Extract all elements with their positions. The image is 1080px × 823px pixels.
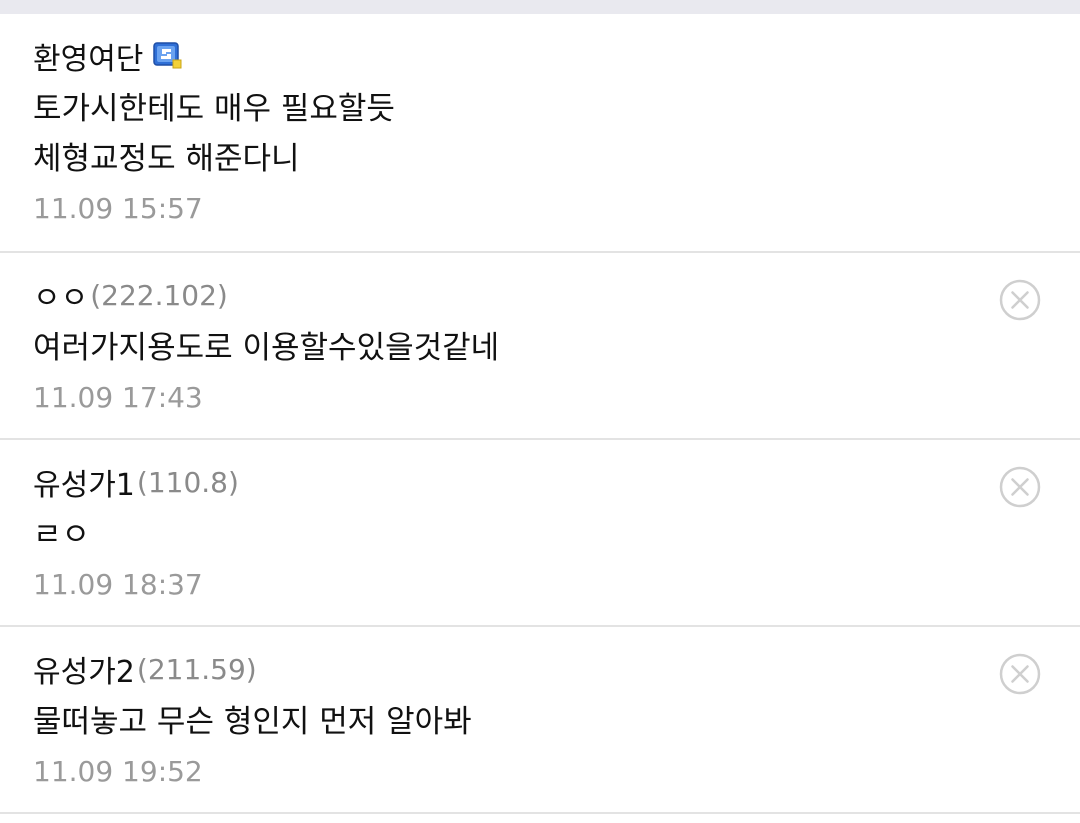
comment-author-line: 유성가1 (110.8) [33,460,1040,504]
comment-time: 11.09 15:57 [33,192,203,225]
close-circle-icon [999,279,1041,321]
comment-text-line: 여러가지용도로 이용할수있을것같네 [33,330,500,366]
comment-item: 환영여단 토가시한테도 매우 필요할듯 체형교정도 해준다니 11.09 15:… [0,14,1080,253]
comment-item: 유성가2 (211.59) 물떠놓고 무슨 형인지 먼저 알아봐 11.09 1… [0,627,1080,814]
comment-text-line: ㄹㅇ [33,517,91,553]
comment-item: ㅇㅇ (222.102) 여러가지용도로 이용할수있을것같네 11.09 17:… [0,253,1080,440]
gallery-manager-badge-icon [153,42,183,70]
delete-comment-button[interactable] [999,279,1041,321]
comment-text-line: 물떠놓고 무슨 형인지 먼저 알아봐 [33,704,472,740]
close-circle-icon [999,466,1041,508]
top-bar [0,0,1080,14]
delete-comment-button[interactable] [999,466,1041,508]
comment-ip: (222.102) [90,278,228,312]
comment-text-line: 토가시한테도 매우 필요할듯 [33,91,395,127]
comment-author[interactable]: 유성가2 [33,647,135,691]
comment-time: 11.09 18:37 [33,568,203,601]
comment-author-line: 환영여단 [33,34,1040,78]
comment-list: 환영여단 토가시한테도 매우 필요할듯 체형교정도 해준다니 11.09 15:… [0,14,1080,814]
comment-ip: (211.59) [136,652,257,686]
comment-author[interactable]: 환영여단 [33,34,143,78]
comment-ip: (110.8) [136,465,239,499]
delete-comment-button[interactable] [999,653,1041,695]
comment-item: 유성가1 (110.8) ㄹㅇ 11.09 18:37 [0,440,1080,627]
comment-time: 11.09 17:43 [33,381,203,414]
comment-text-line: 체형교정도 해준다니 [33,141,300,177]
comment-time: 11.09 19:52 [33,755,203,788]
comment-author-line: ㅇㅇ (222.102) [33,273,1040,317]
comment-author[interactable]: 유성가1 [33,460,135,504]
comment-author[interactable]: ㅇㅇ [33,273,88,317]
close-circle-icon [999,653,1041,695]
comment-author-line: 유성가2 (211.59) [33,647,1040,691]
